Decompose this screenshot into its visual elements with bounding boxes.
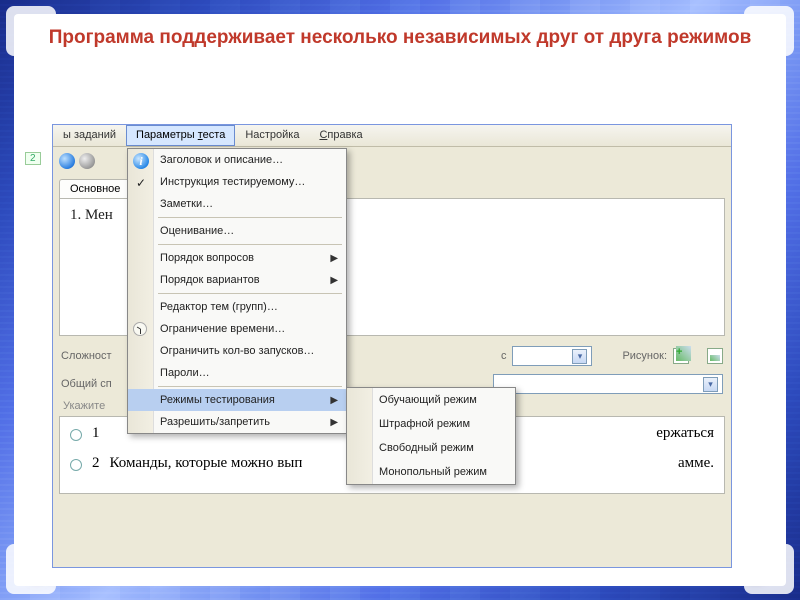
answer-number: 2 [92, 455, 100, 472]
tab-main[interactable]: Основное [59, 179, 131, 198]
menu-test-modes[interactable]: Режимы тестирования▶ Обучающий режим Штр… [128, 389, 346, 411]
dropdown-test-params: Заголовок и описание… ✓Инструкция тестир… [127, 148, 347, 434]
menu-instruction[interactable]: ✓Инструкция тестируемому… [128, 171, 346, 193]
submenu-test-modes: Обучающий режим Штрафной режим Свободный… [346, 387, 516, 485]
toolbar-orb-icon[interactable] [79, 153, 95, 169]
menu-question-order[interactable]: Порядок вопросов▶ [128, 247, 346, 269]
menu-separator [158, 244, 342, 245]
chevron-down-icon: ▾ [572, 349, 587, 364]
answer-text-tail: амме. [678, 455, 714, 472]
submenu-arrow-icon: ▶ [330, 417, 338, 428]
menu-item-help[interactable]: Справка [309, 125, 372, 146]
menu-topic-editor[interactable]: Редактор тем (групп)… [128, 296, 346, 318]
mode-penalty[interactable]: Штрафной режим [347, 412, 515, 436]
mode-monopoly[interactable]: Монопольный режим [347, 460, 515, 484]
menu-separator [158, 217, 342, 218]
chevron-down-icon: ▾ [703, 377, 718, 392]
menubar: ы заданий Параметры теста Заголовок и оп… [53, 125, 731, 147]
slide-title: Программа поддерживает несколько независ… [32, 26, 768, 51]
inspector-badge: 2 [25, 152, 41, 165]
menu-item-settings[interactable]: Настройка [235, 125, 309, 146]
c-label: с [501, 350, 507, 362]
toolbar-orb-icon[interactable] [59, 153, 75, 169]
group-label: Общий сп [61, 378, 131, 390]
menu-item-test-params[interactable]: Параметры теста Заголовок и описание… ✓И… [126, 125, 235, 146]
picture-label: Рисунок: [622, 350, 667, 362]
menu-passwords[interactable]: Пароли… [128, 362, 346, 384]
menu-variant-order[interactable]: Порядок вариантов▶ [128, 269, 346, 291]
menu-notes[interactable]: Заметки… [128, 193, 346, 215]
mode-free[interactable]: Свободный режим [347, 436, 515, 460]
submenu-arrow-icon: ▶ [330, 395, 338, 406]
menu-grading[interactable]: Оценивание… [128, 220, 346, 242]
menu-launch-limit[interactable]: Ограничить кол-во запусков… [128, 340, 346, 362]
answer-number: 1 [92, 425, 100, 442]
menu-title-desc[interactable]: Заголовок и описание… [128, 149, 346, 171]
add-picture-icon[interactable] [673, 348, 689, 364]
menu-time-limit[interactable]: Ограничение времени… [128, 318, 346, 340]
clock-icon [133, 322, 147, 336]
menu-separator [158, 293, 342, 294]
menu-item-tasks[interactable]: ы заданий [53, 125, 126, 146]
c-input[interactable]: ▾ [512, 346, 592, 366]
slide-card: Программа поддерживает несколько независ… [14, 14, 786, 586]
answer-radio[interactable] [70, 459, 82, 471]
picture-select[interactable]: ▾ [493, 374, 723, 394]
mode-learning[interactable]: Обучающий режим [347, 388, 515, 412]
info-icon [133, 153, 149, 169]
submenu-arrow-icon: ▶ [330, 253, 338, 264]
menu-separator [158, 386, 342, 387]
difficulty-label: Сложност [61, 350, 131, 362]
paste-picture-icon[interactable] [707, 348, 723, 364]
check-icon: ✓ [136, 176, 146, 190]
answer-text-tail: ержаться [656, 425, 714, 442]
submenu-arrow-icon: ▶ [330, 275, 338, 286]
app-window: 2 ы заданий Параметры теста Заголовок и … [52, 124, 732, 568]
answer-radio[interactable] [70, 429, 82, 441]
answer-text[interactable]: Команды, которые можно вып [110, 455, 303, 472]
menu-allow-deny[interactable]: Разрешить/запретить▶ [128, 411, 346, 433]
